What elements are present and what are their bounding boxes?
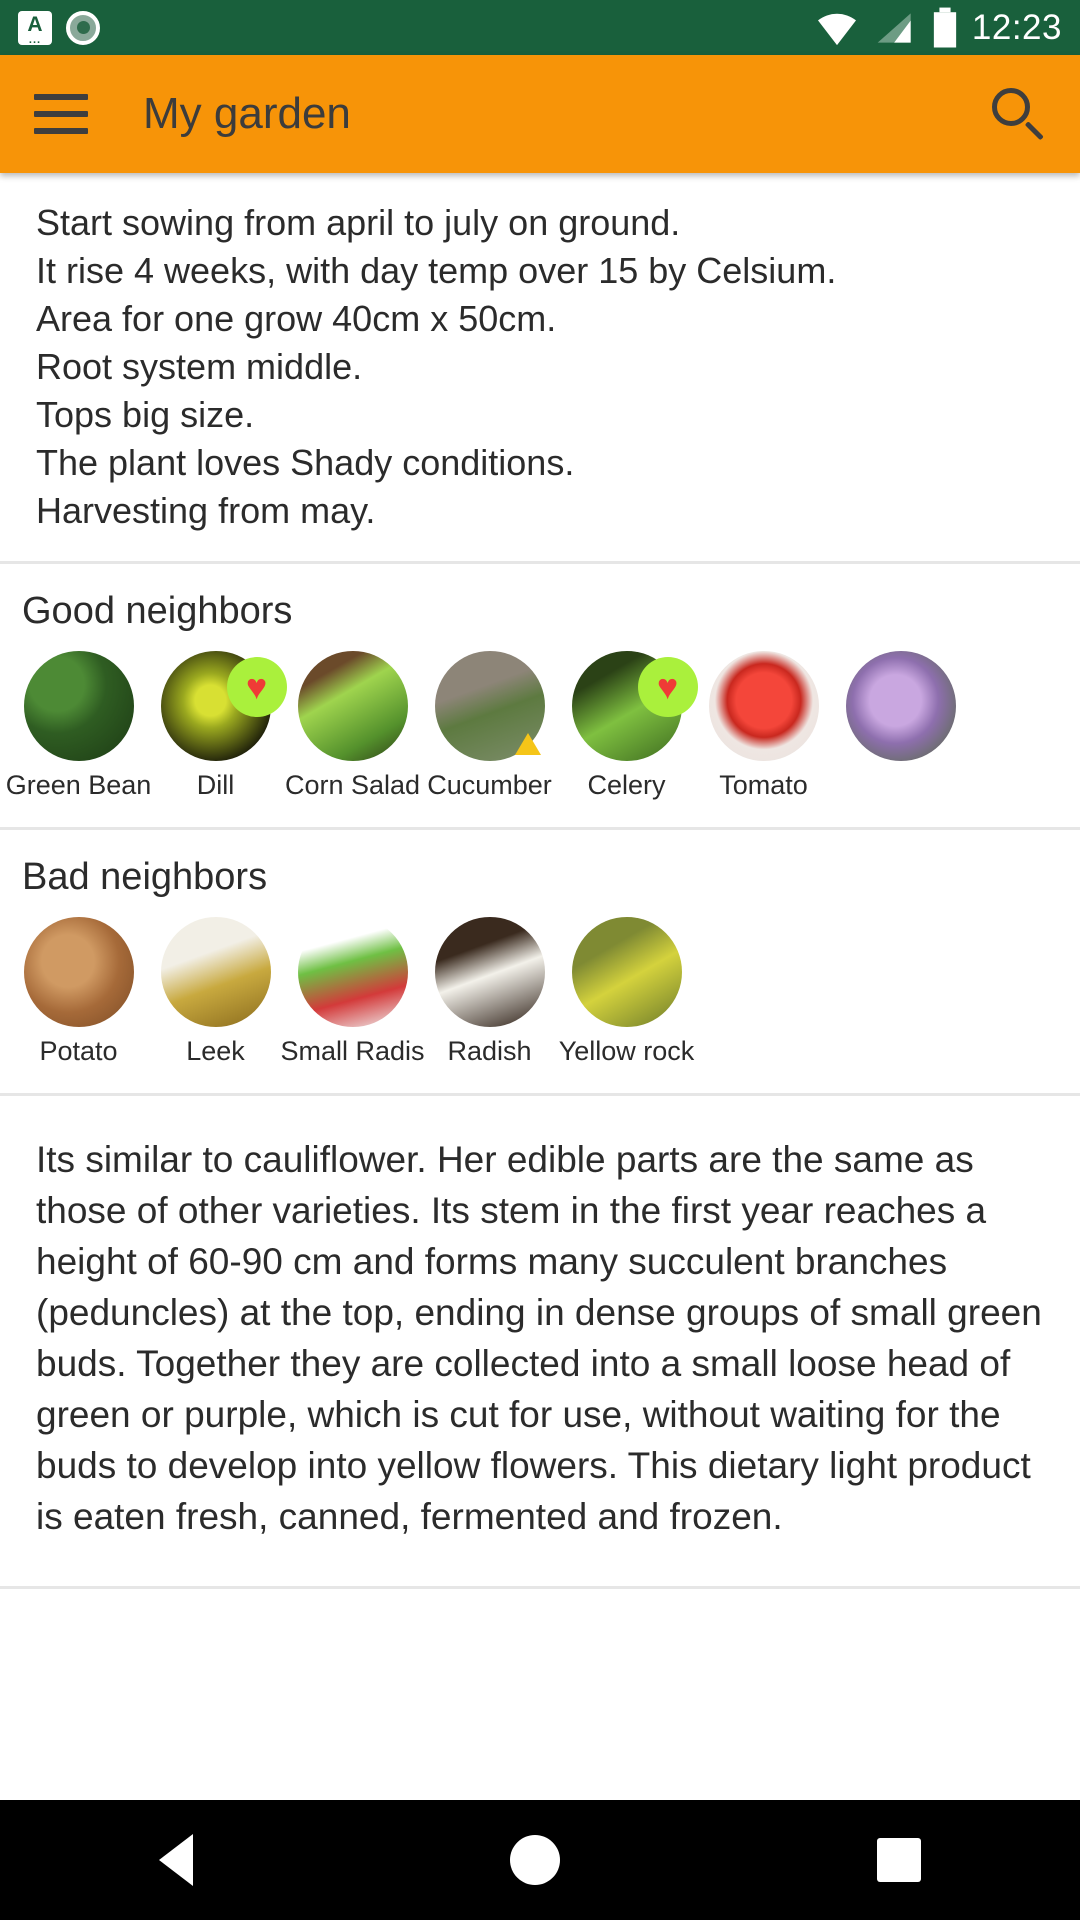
- growing-info-line: Tops big size.: [36, 394, 255, 435]
- plant-thumbnail-wrap[interactable]: [434, 917, 545, 1027]
- plant-thumbnail-wrap[interactable]: [708, 651, 819, 761]
- plant-label: Small Radis: [280, 1036, 425, 1066]
- app-bar: My garden: [0, 55, 1080, 173]
- plant-thumbnail-wrap[interactable]: [434, 651, 545, 761]
- wifi-icon: [817, 13, 856, 45]
- plant-item[interactable]: Potato: [10, 917, 147, 1067]
- bad-neighbors-section: Bad neighbors Potato Leek Small Radis Radis…: [0, 830, 1080, 1093]
- plant-photo: [297, 651, 408, 761]
- plant-label: Green Bean: [5, 770, 152, 800]
- good-neighbors-section: Good neighbors Green Bean ♥ Dill Corn Salad…: [0, 564, 1080, 827]
- description-text: Its similar to cauliflower. Her edible p…: [36, 1139, 1042, 1537]
- growing-info-line: It rise 4 weeks, with day temp over 15 b…: [36, 250, 837, 291]
- plant-photo: [160, 917, 271, 1027]
- plant-thumbnail-wrap[interactable]: [297, 651, 408, 761]
- main-content: Start sowing from april to july on groun…: [0, 173, 1080, 1678]
- record-circle-icon: [66, 10, 100, 45]
- app-letter-a-text: A: [27, 12, 43, 36]
- plant-thumbnail-wrap[interactable]: [845, 651, 956, 761]
- signal-icon: [877, 12, 911, 43]
- growing-info-line: Area for one grow 40cm x 50cm.: [36, 298, 557, 339]
- plant-label: Celery: [587, 770, 666, 800]
- plant-label: Leek: [186, 1036, 245, 1066]
- growing-info-line: The plant loves Shady conditions.: [36, 442, 575, 483]
- plant-item[interactable]: [832, 651, 969, 801]
- plant-item[interactable]: Tomato: [695, 651, 832, 801]
- plant-label: Tomato: [719, 770, 808, 800]
- plant-thumbnail-wrap[interactable]: ♥: [571, 651, 698, 761]
- plant-label: Dill: [196, 770, 235, 800]
- battery-icon: [933, 7, 957, 47]
- growing-info-line: Start sowing from april to july on groun…: [36, 202, 681, 243]
- plant-label: Yellow rock: [558, 1036, 695, 1066]
- plant-photo: [708, 651, 819, 761]
- growing-info-line: Harvesting from may.: [36, 490, 376, 531]
- status-bar: A ... 12:23: [0, 0, 1080, 55]
- heart-badge-icon[interactable]: ♥: [226, 657, 287, 717]
- plant-photo: [571, 917, 682, 1027]
- bad-neighbors-title: Bad neighbors: [22, 856, 268, 898]
- home-circle-icon[interactable]: [509, 1835, 560, 1885]
- app-letter-a-dots: ...: [28, 33, 42, 45]
- plant-item[interactable]: Yellow rock: [558, 917, 695, 1067]
- android-navigation-bar: [0, 1800, 1080, 1920]
- plant-thumbnail-wrap[interactable]: ♥: [160, 651, 287, 761]
- plant-item[interactable]: Leek: [147, 917, 284, 1067]
- plant-label: Corn Salad: [284, 770, 421, 800]
- plant-label: Radish: [447, 1036, 532, 1066]
- search-icon[interactable]: [986, 84, 1046, 144]
- description-section: Its similar to cauliflower. Her edible p…: [0, 1096, 1080, 1586]
- plant-item[interactable]: Radish: [421, 917, 558, 1067]
- heart-icon: ♥: [245, 666, 268, 707]
- section-divider: [0, 1586, 1080, 1589]
- plant-item[interactable]: Green Bean: [6, 651, 151, 801]
- plant-photo: [23, 651, 134, 761]
- plant-thumbnail-wrap[interactable]: [571, 917, 682, 1027]
- growing-info-section: Start sowing from april to july on groun…: [0, 173, 1080, 561]
- plant-item[interactable]: Corn Salad: [284, 651, 421, 801]
- plant-item[interactable]: ♥ Celery: [558, 651, 698, 801]
- plant-item[interactable]: Cucumber: [421, 651, 558, 801]
- back-triangle-icon[interactable]: [158, 1834, 193, 1886]
- plant-photo: [434, 917, 545, 1027]
- growing-info-list: Start sowing from april to july on groun…: [0, 199, 1080, 535]
- status-bar-left-icons: A ...: [18, 10, 100, 45]
- app-letter-a-icon: A ...: [18, 10, 52, 45]
- recents-square-icon[interactable]: [877, 1838, 922, 1882]
- plant-photo: [23, 917, 134, 1027]
- heart-icon: ♥: [656, 666, 679, 707]
- plant-photo: [845, 651, 956, 761]
- plant-label: Potato: [39, 1036, 118, 1066]
- heart-badge-icon[interactable]: ♥: [637, 657, 698, 717]
- plant-thumbnail-wrap[interactable]: [160, 917, 271, 1027]
- plant-thumbnail-wrap[interactable]: [23, 651, 134, 761]
- growing-info-line: Root system middle.: [36, 346, 363, 387]
- bad-neighbors-row[interactable]: Potato Leek Small Radis Radish Yellow rock: [0, 917, 1080, 1067]
- plant-thumbnail-wrap[interactable]: [23, 917, 134, 1027]
- good-neighbors-title: Good neighbors: [22, 590, 293, 632]
- warning-triangle-icon: [514, 733, 541, 755]
- plant-thumbnail-wrap[interactable]: [297, 917, 408, 1027]
- plant-item[interactable]: Small Radis: [280, 917, 425, 1067]
- status-bar-right-icons: 12:23: [814, 7, 1062, 49]
- plant-item[interactable]: ♥ Dill: [147, 651, 287, 801]
- plant-label: Cucumber: [427, 770, 552, 800]
- plant-photo: [297, 917, 408, 1027]
- status-bar-clock: 12:23: [971, 7, 1062, 47]
- good-neighbors-row[interactable]: Green Bean ♥ Dill Corn Salad Cucumber ♥ Celery…: [0, 651, 1080, 801]
- page-title: My garden: [143, 89, 351, 138]
- hamburger-menu-icon[interactable]: [34, 94, 88, 134]
